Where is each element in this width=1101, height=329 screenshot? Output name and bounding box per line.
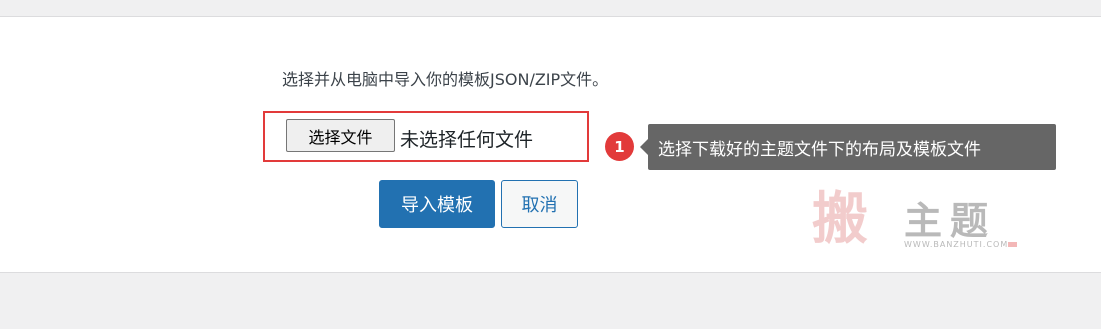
watermark-seal: 搬 <box>812 186 868 252</box>
watermark-logo: 搬 主题 WWW.BANZHUTI.COM <box>786 186 1026 256</box>
watermark-url: WWW.BANZHUTI.COM <box>904 240 1009 249</box>
file-status-text: 未选择任何文件 <box>400 129 534 151</box>
step-badge: 1 <box>605 132 634 161</box>
import-instruction: 选择并从电脑中导入你的模板JSON/ZIP文件。 <box>282 70 609 89</box>
import-template-button[interactable]: 导入模板 <box>379 180 495 228</box>
annotation-tooltip: 选择下载好的主题文件下的布局及模板文件 <box>640 124 1056 170</box>
cancel-button[interactable]: 取消 <box>501 180 578 228</box>
page: 选择并从电脑中导入你的模板JSON/ZIP文件。 选择文件 未选择任何文件 1 … <box>0 0 1101 329</box>
watermark-accent <box>1008 242 1017 247</box>
watermark-title: 主题 <box>904 198 997 243</box>
choose-file-button[interactable]: 选择文件 <box>286 119 395 152</box>
annotation-tooltip-text: 选择下载好的主题文件下的布局及模板文件 <box>658 139 981 160</box>
